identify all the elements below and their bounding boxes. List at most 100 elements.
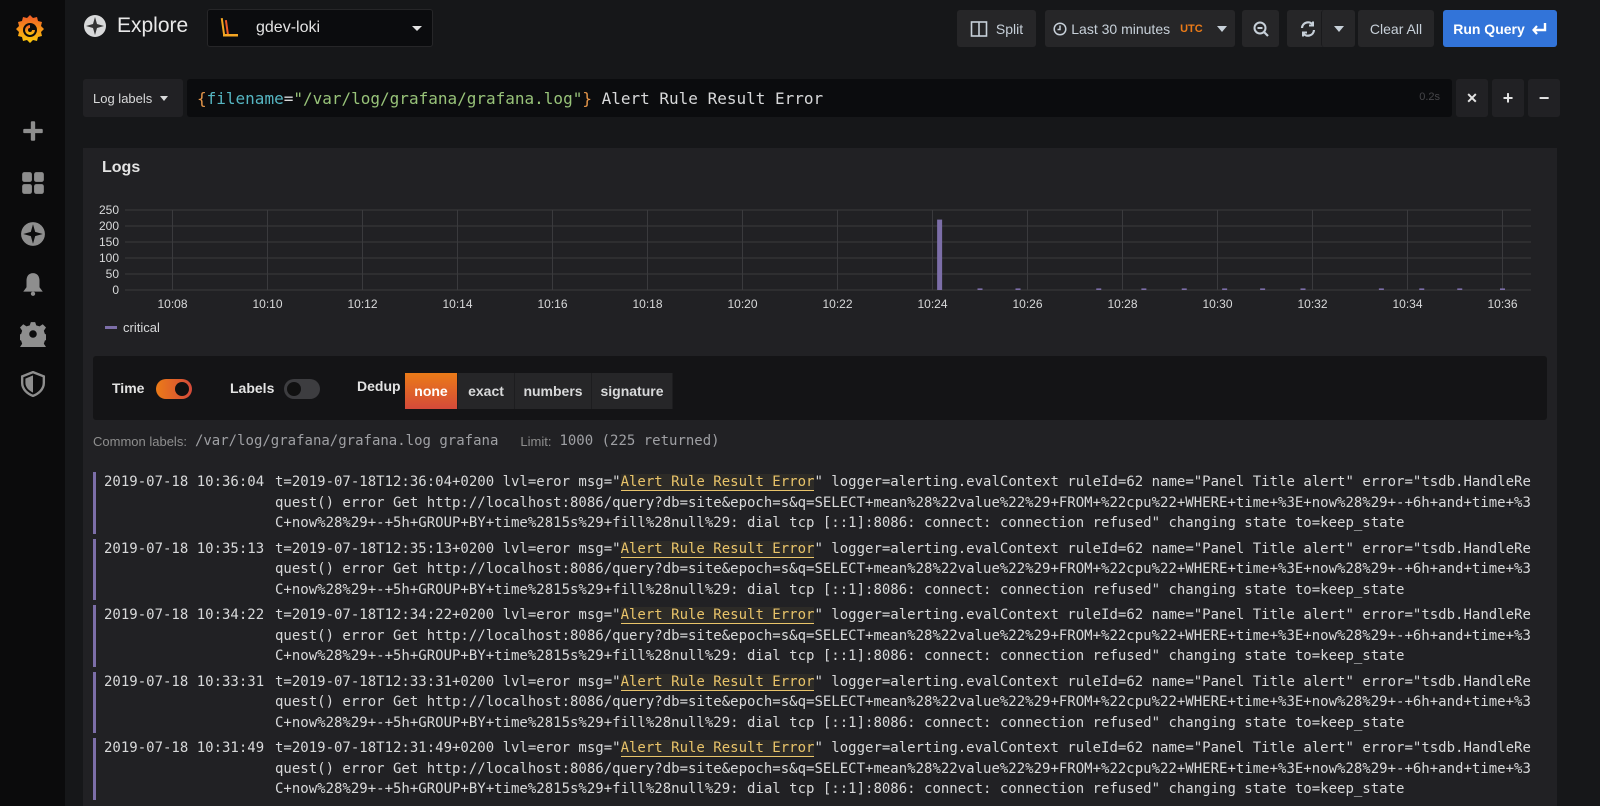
datasource-name: gdev-loki: [256, 19, 321, 36]
split-icon: [970, 20, 988, 37]
bar-critical: [1260, 288, 1266, 290]
log-row[interactable]: 2019-07-18 10:35:13 t=2019-07-18T12:35:13…: [93, 538, 1547, 600]
log-message-prefix: t=2019-07-18T12:31:49+0200 lvl=eror msg=…: [275, 740, 621, 756]
bell-icon[interactable]: [19, 270, 47, 298]
y-tick-label: 0: [112, 283, 119, 297]
labels-toggle[interactable]: [284, 379, 320, 399]
y-tick-label: 150: [99, 235, 119, 249]
common-labels-value: /var/log/grafana/grafana.log grafana: [194, 433, 499, 449]
log-row[interactable]: 2019-07-18 10:34:22 t=2019-07-18T12:34:22…: [93, 605, 1547, 667]
limit-value: 1000 (225 returned): [559, 433, 720, 449]
split-label: Split: [995, 20, 1024, 37]
y-tick-label: 250: [99, 203, 119, 217]
query-duration: 0.2s: [1419, 91, 1440, 103]
log-labels-button[interactable]: Log labels: [83, 79, 183, 117]
log-message-prefix: t=2019-07-18T12:35:13+0200 lvl=eror msg=…: [275, 540, 621, 557]
x-tick-label: 10:18: [632, 297, 662, 311]
log-search-highlight: Alert Rule Result Error: [620, 474, 815, 491]
timezone-badge: UTC: [1180, 22, 1203, 35]
query-filter-text: Alert Rule Result Error: [591, 88, 824, 108]
x-tick-label: 10:32: [1297, 297, 1327, 311]
dedup-option-numbers[interactable]: numbers: [515, 373, 592, 409]
explore-compass-icon: [84, 15, 106, 37]
log-row[interactable]: 2019-07-18 10:31:49 t=2019-07-18T12:31:49…: [93, 738, 1547, 800]
log-labels-label: Log labels: [93, 90, 153, 106]
chevron-down-icon: [160, 95, 169, 101]
enter-icon: [1531, 22, 1546, 35]
log-timestamp: 2019-07-18 10:33:31: [104, 673, 265, 690]
plus-icon[interactable]: [19, 117, 47, 145]
log-search-highlight: Alert Rule Result Error: [620, 673, 815, 691]
shield-icon[interactable]: [19, 370, 47, 398]
bar-critical: [1300, 288, 1306, 290]
log-message-prefix: t=2019-07-18T12:33:31+0200 lvl=eror msg=…: [275, 673, 621, 690]
bar-critical: [1419, 288, 1425, 290]
compass-icon[interactable]: [19, 220, 47, 248]
dedup-option-none[interactable]: none: [405, 373, 458, 409]
log-message: t=2019-07-18T12:34:22+0200 lvl=eror msg=…: [275, 605, 1537, 667]
bar-critical: [1096, 288, 1102, 290]
log-row[interactable]: 2019-07-18 10:36:04 t=2019-07-18T12:36:04…: [93, 472, 1547, 534]
bar-critical: [1378, 288, 1384, 290]
dashboards-icon[interactable]: [19, 169, 47, 197]
bar-critical: [1457, 288, 1463, 290]
time-range-label: Last 30 minutes: [1071, 20, 1171, 37]
x-tick-label: 10:34: [1392, 297, 1422, 311]
x-tick-label: 10:28: [1107, 297, 1137, 311]
query-row: Log labels {filename = "/var/log/grafana/g…: [83, 79, 1560, 117]
x-tick-label: 10:30: [1202, 297, 1232, 311]
toggle-knob: [287, 382, 301, 396]
logs-volume-chart: 0 50 100 150 200 250 10:08 10:10 10:12 10:14 10:16…: [83, 198, 1557, 338]
log-row[interactable]: 2019-07-18 10:33:31 t=2019-07-18T12:33:31…: [93, 671, 1547, 733]
x-tick-label: 10:16: [537, 297, 567, 311]
dedup-option-exact[interactable]: exact: [458, 373, 515, 409]
chevron-down-icon: [1216, 25, 1227, 32]
bar-critical: [1015, 288, 1021, 290]
run-query-label: Run Query: [1453, 20, 1525, 37]
log-timestamp: 2019-07-18 10:34:22: [104, 607, 265, 623]
logs-controls: Time Labels Dedup none exact numbers sig…: [93, 356, 1547, 420]
zoom-out-button[interactable]: [1242, 10, 1279, 47]
chevron-down-icon: [1333, 25, 1344, 32]
x-tick-label: 10:36: [1487, 297, 1517, 311]
x-tick-label: 10:22: [822, 297, 852, 311]
log-search-highlight: Alert Rule Result Error: [620, 607, 815, 624]
time-range-picker[interactable]: Last 30 minutes UTC: [1045, 10, 1235, 47]
close-icon: ✕: [1466, 89, 1478, 106]
time-toggle-label: Time: [112, 380, 145, 396]
dedup-label: Dedup: [357, 378, 401, 394]
run-query-button[interactable]: Run Query: [1443, 10, 1557, 47]
legend-item-critical[interactable]: critical: [105, 320, 160, 335]
remove-row-button[interactable]: −: [1528, 79, 1560, 117]
x-tick-label: 10:08: [157, 297, 187, 311]
time-toggle[interactable]: [156, 379, 192, 399]
zoom-out-icon: [1253, 21, 1269, 37]
limit-label: Limit:: [520, 433, 552, 449]
dedup-option-signature[interactable]: signature: [592, 373, 673, 409]
clear-all-button[interactable]: Clear All: [1358, 10, 1434, 47]
x-tick-label: 10:12: [347, 297, 377, 311]
add-query-button[interactable]: +: [1492, 79, 1524, 117]
query-operator: =: [283, 88, 294, 108]
bar-critical: [937, 219, 943, 290]
grafana-logo-icon[interactable]: [12, 12, 48, 48]
bar-critical: [977, 288, 983, 290]
log-message: t=2019-07-18T12:36:04+0200 lvl=eror msg=…: [275, 472, 1537, 534]
bar-critical: [1181, 288, 1187, 290]
sidebar: [0, 0, 65, 806]
refresh-interval-dropdown[interactable]: [1321, 10, 1355, 47]
query-label-value: "/var/log/grafana/grafana.log": [293, 88, 583, 108]
logs-meta: Common labels: /var/log/grafana/grafana.…: [93, 433, 720, 449]
explore-toolbar: Explore gdev-loki Split Last 30 minutes …: [65, 0, 1600, 60]
remove-query-button[interactable]: ✕: [1456, 79, 1488, 117]
query-input[interactable]: {filename = "/var/log/grafana/grafana.log"…: [187, 79, 1452, 117]
legend-swatch: [105, 326, 117, 329]
labels-toggle-label: Labels: [230, 380, 275, 396]
x-tick-label: 10:10: [252, 297, 282, 311]
split-button[interactable]: Split: [957, 10, 1036, 47]
log-message: t=2019-07-18T12:31:49+0200 lvl=eror msg=…: [275, 738, 1537, 800]
log-rows: 2019-07-18 10:36:04 t=2019-07-18T12:36:04…: [93, 472, 1547, 805]
datasource-picker[interactable]: gdev-loki: [207, 9, 433, 47]
loki-logo-icon: [220, 17, 238, 37]
gear-icon[interactable]: [19, 320, 47, 348]
